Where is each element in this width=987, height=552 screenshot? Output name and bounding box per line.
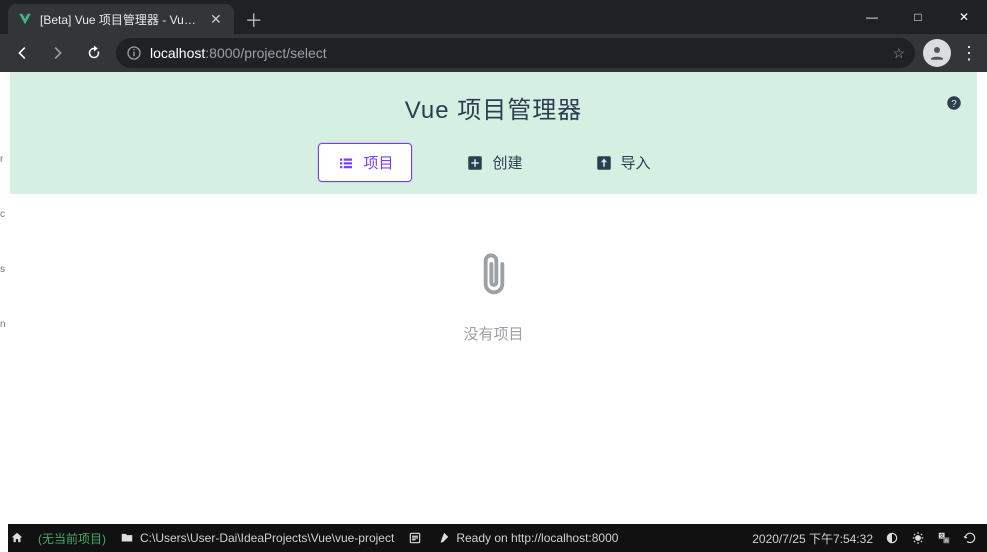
tab-create-label: 创建	[492, 152, 522, 173]
bug-icon[interactable]	[911, 531, 925, 545]
browser-menu-button[interactable]: ⋮	[959, 43, 979, 64]
vue-ui-page: r c s n Vue 项目管理器 ? 项目 创建	[0, 72, 987, 552]
browser-toolbar: localhost:8000/project/select ☆ ⋮	[0, 34, 987, 72]
nav-back-button[interactable]	[8, 39, 36, 67]
tab-close-icon[interactable]: ✕	[208, 11, 224, 28]
vue-header: Vue 项目管理器 ? 项目 创建 导入	[10, 72, 977, 194]
svg-text:?: ?	[951, 99, 957, 110]
refresh-icon[interactable]	[963, 531, 977, 545]
plus-box-icon	[466, 154, 484, 172]
main-tabs: 项目 创建 导入	[10, 143, 977, 182]
status-datetime: 2020/7/25 下午7:54:32	[752, 530, 873, 547]
help-button[interactable]: ?	[945, 94, 963, 112]
url-text: localhost:8000/project/select	[150, 45, 327, 61]
bg-fragment: n	[0, 319, 8, 330]
bg-fragment: c	[0, 209, 8, 220]
nav-reload-button[interactable]	[80, 39, 108, 67]
server-ready-text: Ready on http://localhost:8000	[456, 531, 618, 545]
browser-titlebar: [Beta] Vue 项目管理器 - Vue CL ✕ ＋ — □ ✕	[0, 0, 987, 34]
log-icon[interactable]	[408, 531, 422, 545]
window-close-button[interactable]: ✕	[941, 0, 987, 34]
paint-brush-icon	[436, 531, 450, 545]
translate-icon[interactable]: 文A	[937, 531, 951, 545]
empty-state-text: 没有项目	[463, 323, 523, 344]
attachment-icon	[474, 250, 514, 303]
vue-favicon-icon	[18, 12, 32, 26]
new-tab-button[interactable]: ＋	[240, 6, 268, 34]
no-current-project-label: (无当前项目)	[38, 530, 106, 547]
window-controls: — □ ✕	[849, 0, 987, 34]
tab-import-label: 导入	[621, 152, 651, 173]
server-ready[interactable]: Ready on http://localhost:8000	[436, 531, 618, 545]
nav-forward-button[interactable]	[44, 39, 72, 67]
status-bar: (无当前项目) C:\Users\User-Dai\IdeaProjects\V…	[0, 524, 987, 552]
home-icon[interactable]	[10, 531, 24, 545]
browser-tab[interactable]: [Beta] Vue 项目管理器 - Vue CL ✕	[8, 4, 234, 34]
page-title: Vue 项目管理器	[10, 90, 977, 125]
bookmark-star-icon[interactable]: ☆	[892, 45, 905, 62]
browser-tab-title: [Beta] Vue 项目管理器 - Vue CL	[40, 11, 200, 28]
underlying-window-edge: r c s n	[0, 72, 8, 552]
bg-fragment: s	[0, 264, 8, 275]
site-info-icon[interactable]	[126, 45, 142, 61]
vue-body: 没有项目	[10, 194, 977, 524]
window-minimize-button[interactable]: —	[849, 0, 895, 34]
url-port: :8000	[205, 45, 240, 61]
profile-avatar-button[interactable]	[923, 39, 951, 67]
tab-projects-label: 项目	[363, 152, 393, 173]
project-path-text: C:\Users\User-Dai\IdeaProjects\Vue\vue-p…	[140, 531, 394, 545]
url-host: localhost	[150, 45, 205, 61]
darkmode-icon[interactable]	[885, 531, 899, 545]
address-bar[interactable]: localhost:8000/project/select ☆	[116, 38, 915, 68]
bg-fragment: r	[0, 154, 8, 165]
tab-strip: [Beta] Vue 项目管理器 - Vue CL ✕ ＋	[0, 0, 849, 34]
window-maximize-button[interactable]: □	[895, 0, 941, 34]
project-path[interactable]: C:\Users\User-Dai\IdeaProjects\Vue\vue-p…	[120, 531, 394, 545]
tab-import[interactable]: 导入	[577, 143, 669, 182]
import-icon	[595, 154, 613, 172]
tab-projects[interactable]: 项目	[318, 143, 412, 182]
url-path: /project/select	[240, 45, 326, 61]
svg-text:文: 文	[939, 532, 944, 539]
tab-create[interactable]: 创建	[448, 143, 540, 182]
folder-icon	[120, 531, 134, 545]
browser-chrome: [Beta] Vue 项目管理器 - Vue CL ✕ ＋ — □ ✕ loca…	[0, 0, 987, 72]
list-icon	[337, 154, 355, 172]
